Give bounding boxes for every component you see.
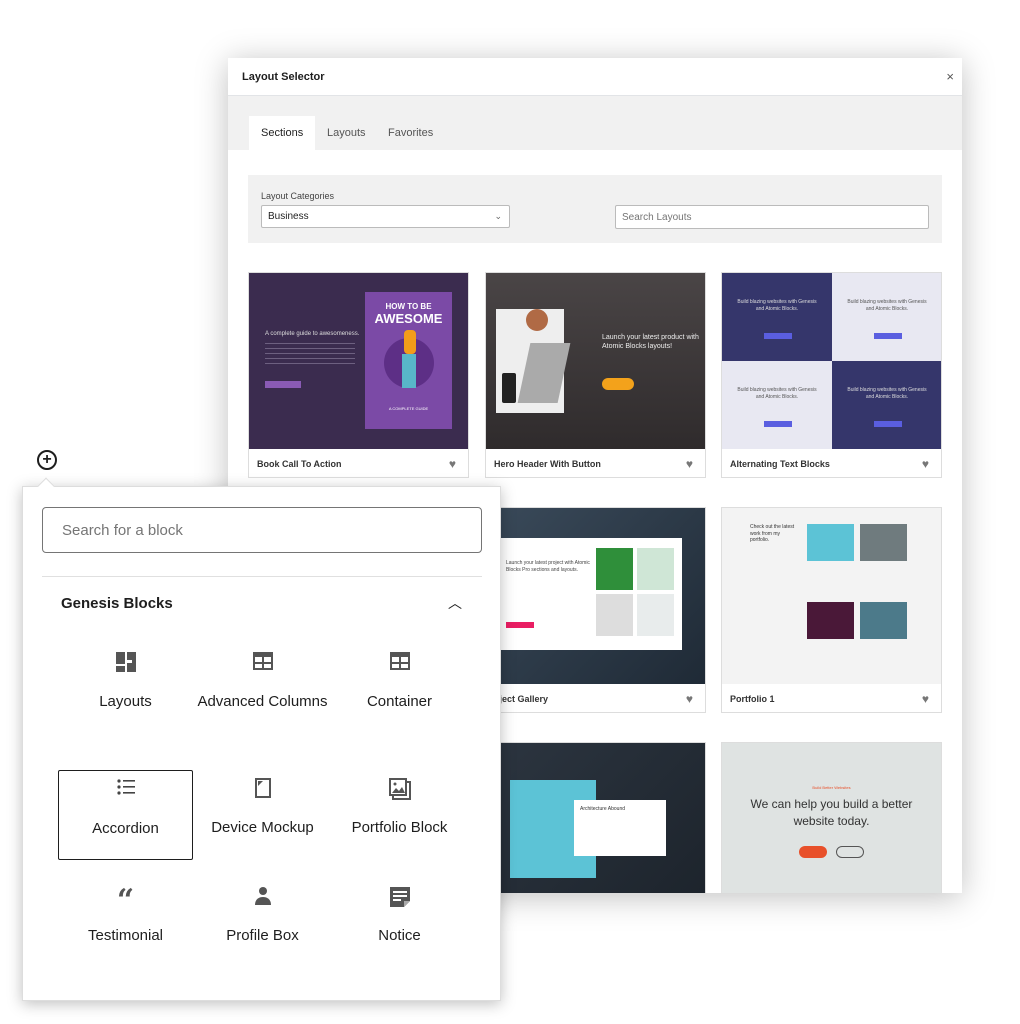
thumb-text: Build blazing websites with Genesis and …: [737, 387, 817, 400]
thumb-kicker: Build Better Websites: [812, 785, 851, 790]
thumb-button: [265, 381, 301, 388]
block-item-accordion[interactable]: Accordion: [58, 770, 193, 860]
thumbnail: Build Better Websites We can help you bu…: [722, 743, 941, 893]
thumbnail: Architecture Abound: [486, 743, 705, 893]
block-item-testimonial[interactable]: “ Testimonial: [58, 878, 193, 968]
chevron-up-icon[interactable]: ︿: [448, 593, 462, 613]
block-item-container[interactable]: Container: [332, 644, 467, 734]
book-heading: HOW TO BE: [385, 302, 432, 311]
modal-header: Layout Selector ×: [228, 58, 962, 96]
heart-icon[interactable]: ♥: [449, 457, 456, 471]
heart-icon[interactable]: ♥: [922, 457, 929, 471]
category-value: Business: [268, 211, 309, 222]
modal-title: Layout Selector: [242, 70, 325, 83]
tab-favorites[interactable]: Favorites: [376, 116, 445, 150]
book-cover: HOW TO BE AWESOME A COMPLETE GUIDE: [365, 292, 452, 429]
chevron-down-icon: ⌄: [494, 211, 502, 221]
thumbnail: Launch your latest project with Atomic B…: [486, 508, 705, 684]
layout-card[interactable]: Launch your latest project with Atomic B…: [485, 507, 706, 713]
thumb-text: Check out the latest work from my portfo…: [750, 524, 795, 543]
thumb-text: Build blazing websites with Genesis and …: [737, 299, 817, 312]
thumb-text: Launch your latest product with Atomic B…: [602, 334, 699, 351]
category-title: Genesis Blocks: [61, 595, 173, 612]
thumbnail: Launch your latest product with Atomic B…: [486, 273, 705, 449]
block-item-notice[interactable]: Notice: [332, 878, 467, 968]
book-footer: A COMPLETE GUIDE: [388, 406, 429, 411]
block-label: Device Mockup: [211, 819, 314, 836]
divider: [42, 576, 482, 577]
search-layouts-input[interactable]: [615, 205, 929, 229]
tab-layouts[interactable]: Layouts: [315, 116, 378, 150]
thumb-text: Build blazing websites with Genesis and …: [847, 299, 927, 312]
thumbnail: A complete guide to awesomeness. HOW TO …: [249, 273, 468, 449]
block-search-input[interactable]: [42, 507, 482, 553]
layout-card[interactable]: Check out the latest work from my portfo…: [721, 507, 942, 713]
thumbnail: Build blazing websites with Genesis and …: [722, 273, 941, 449]
card-title: Portfolio 1: [730, 694, 775, 704]
thumb-text: We can help you build a better website t…: [750, 797, 913, 828]
block-item-profile-box[interactable]: Profile Box: [195, 878, 330, 968]
person-icon: [195, 886, 330, 910]
block-label: Advanced Columns: [197, 693, 328, 710]
columns-icon: [195, 652, 330, 676]
quote-icon: “: [116, 883, 135, 918]
card-title: Book Call To Action: [257, 459, 342, 469]
container-icon: [332, 652, 467, 676]
card-title: oject Gallery: [494, 694, 549, 704]
list-icon: [59, 779, 192, 803]
block-inserter-panel: Genesis Blocks ︿ Layouts Advanced Column…: [22, 486, 501, 1001]
thumb-photo: [496, 309, 571, 413]
heart-icon[interactable]: ♥: [686, 692, 693, 706]
block-label: Profile Box: [226, 927, 299, 944]
heart-icon[interactable]: ♥: [686, 457, 693, 471]
block-label: Accordion: [92, 820, 159, 837]
book-heading-2: AWESOME: [374, 311, 443, 326]
layout-card[interactable]: Build Better Websites We can help you bu…: [721, 742, 942, 893]
thumb-text: A complete guide to awesomeness.: [265, 331, 360, 337]
heart-icon[interactable]: ♥: [922, 692, 929, 706]
close-icon[interactable]: ×: [946, 69, 954, 84]
block-item-device-mockup[interactable]: Device Mockup: [195, 770, 330, 860]
thumb-text: Architecture Abound: [580, 806, 626, 812]
layout-card[interactable]: Architecture Abound: [485, 742, 706, 893]
card-title: Hero Header With Button: [494, 459, 601, 469]
card-title: Alternating Text Blocks: [730, 459, 830, 469]
block-label: Notice: [378, 927, 421, 944]
block-item-layouts[interactable]: Layouts: [58, 644, 193, 734]
card-footer: Book Call To Action ♥: [249, 449, 468, 477]
thumb-button: [602, 378, 634, 390]
thumb-lines: [265, 343, 355, 365]
tab-bar: Sections Layouts Favorites: [228, 96, 962, 150]
block-label: Layouts: [99, 693, 152, 710]
filter-panel: Layout Categories Business ⌄: [248, 175, 942, 243]
card-footer: Hero Header With Button ♥: [486, 449, 705, 477]
layouts-icon: [58, 652, 193, 676]
card-footer: Alternating Text Blocks ♥: [722, 449, 941, 477]
thumb-text: Launch your latest project with Atomic B…: [506, 560, 590, 573]
gallery-icon: [332, 778, 467, 802]
notice-icon: [332, 886, 467, 910]
tab-sections[interactable]: Sections: [249, 116, 315, 150]
block-item-portfolio-block[interactable]: Portfolio Block: [332, 770, 467, 860]
category-select[interactable]: Business ⌄: [261, 205, 510, 228]
card-footer: Portfolio 1 ♥: [722, 684, 941, 712]
block-label: Container: [366, 693, 433, 710]
device-icon: [195, 778, 330, 802]
layout-card[interactable]: A complete guide to awesomeness. HOW TO …: [248, 272, 469, 478]
card-footer: oject Gallery ♥: [486, 684, 705, 712]
thumbnail: Check out the latest work from my portfo…: [722, 508, 941, 684]
add-block-icon[interactable]: +: [37, 450, 57, 470]
block-label: Portfolio Block: [351, 819, 448, 836]
layout-card[interactable]: Build blazing websites with Genesis and …: [721, 272, 942, 478]
layout-card[interactable]: Launch your latest product with Atomic B…: [485, 272, 706, 478]
block-item-advanced-columns[interactable]: Advanced Columns: [195, 644, 330, 734]
thumb-panel: Launch your latest project with Atomic B…: [496, 538, 682, 650]
block-label: Testimonial: [87, 927, 164, 944]
categories-label: Layout Categories: [261, 191, 335, 201]
thumb-text: Build blazing websites with Genesis and …: [847, 387, 927, 400]
